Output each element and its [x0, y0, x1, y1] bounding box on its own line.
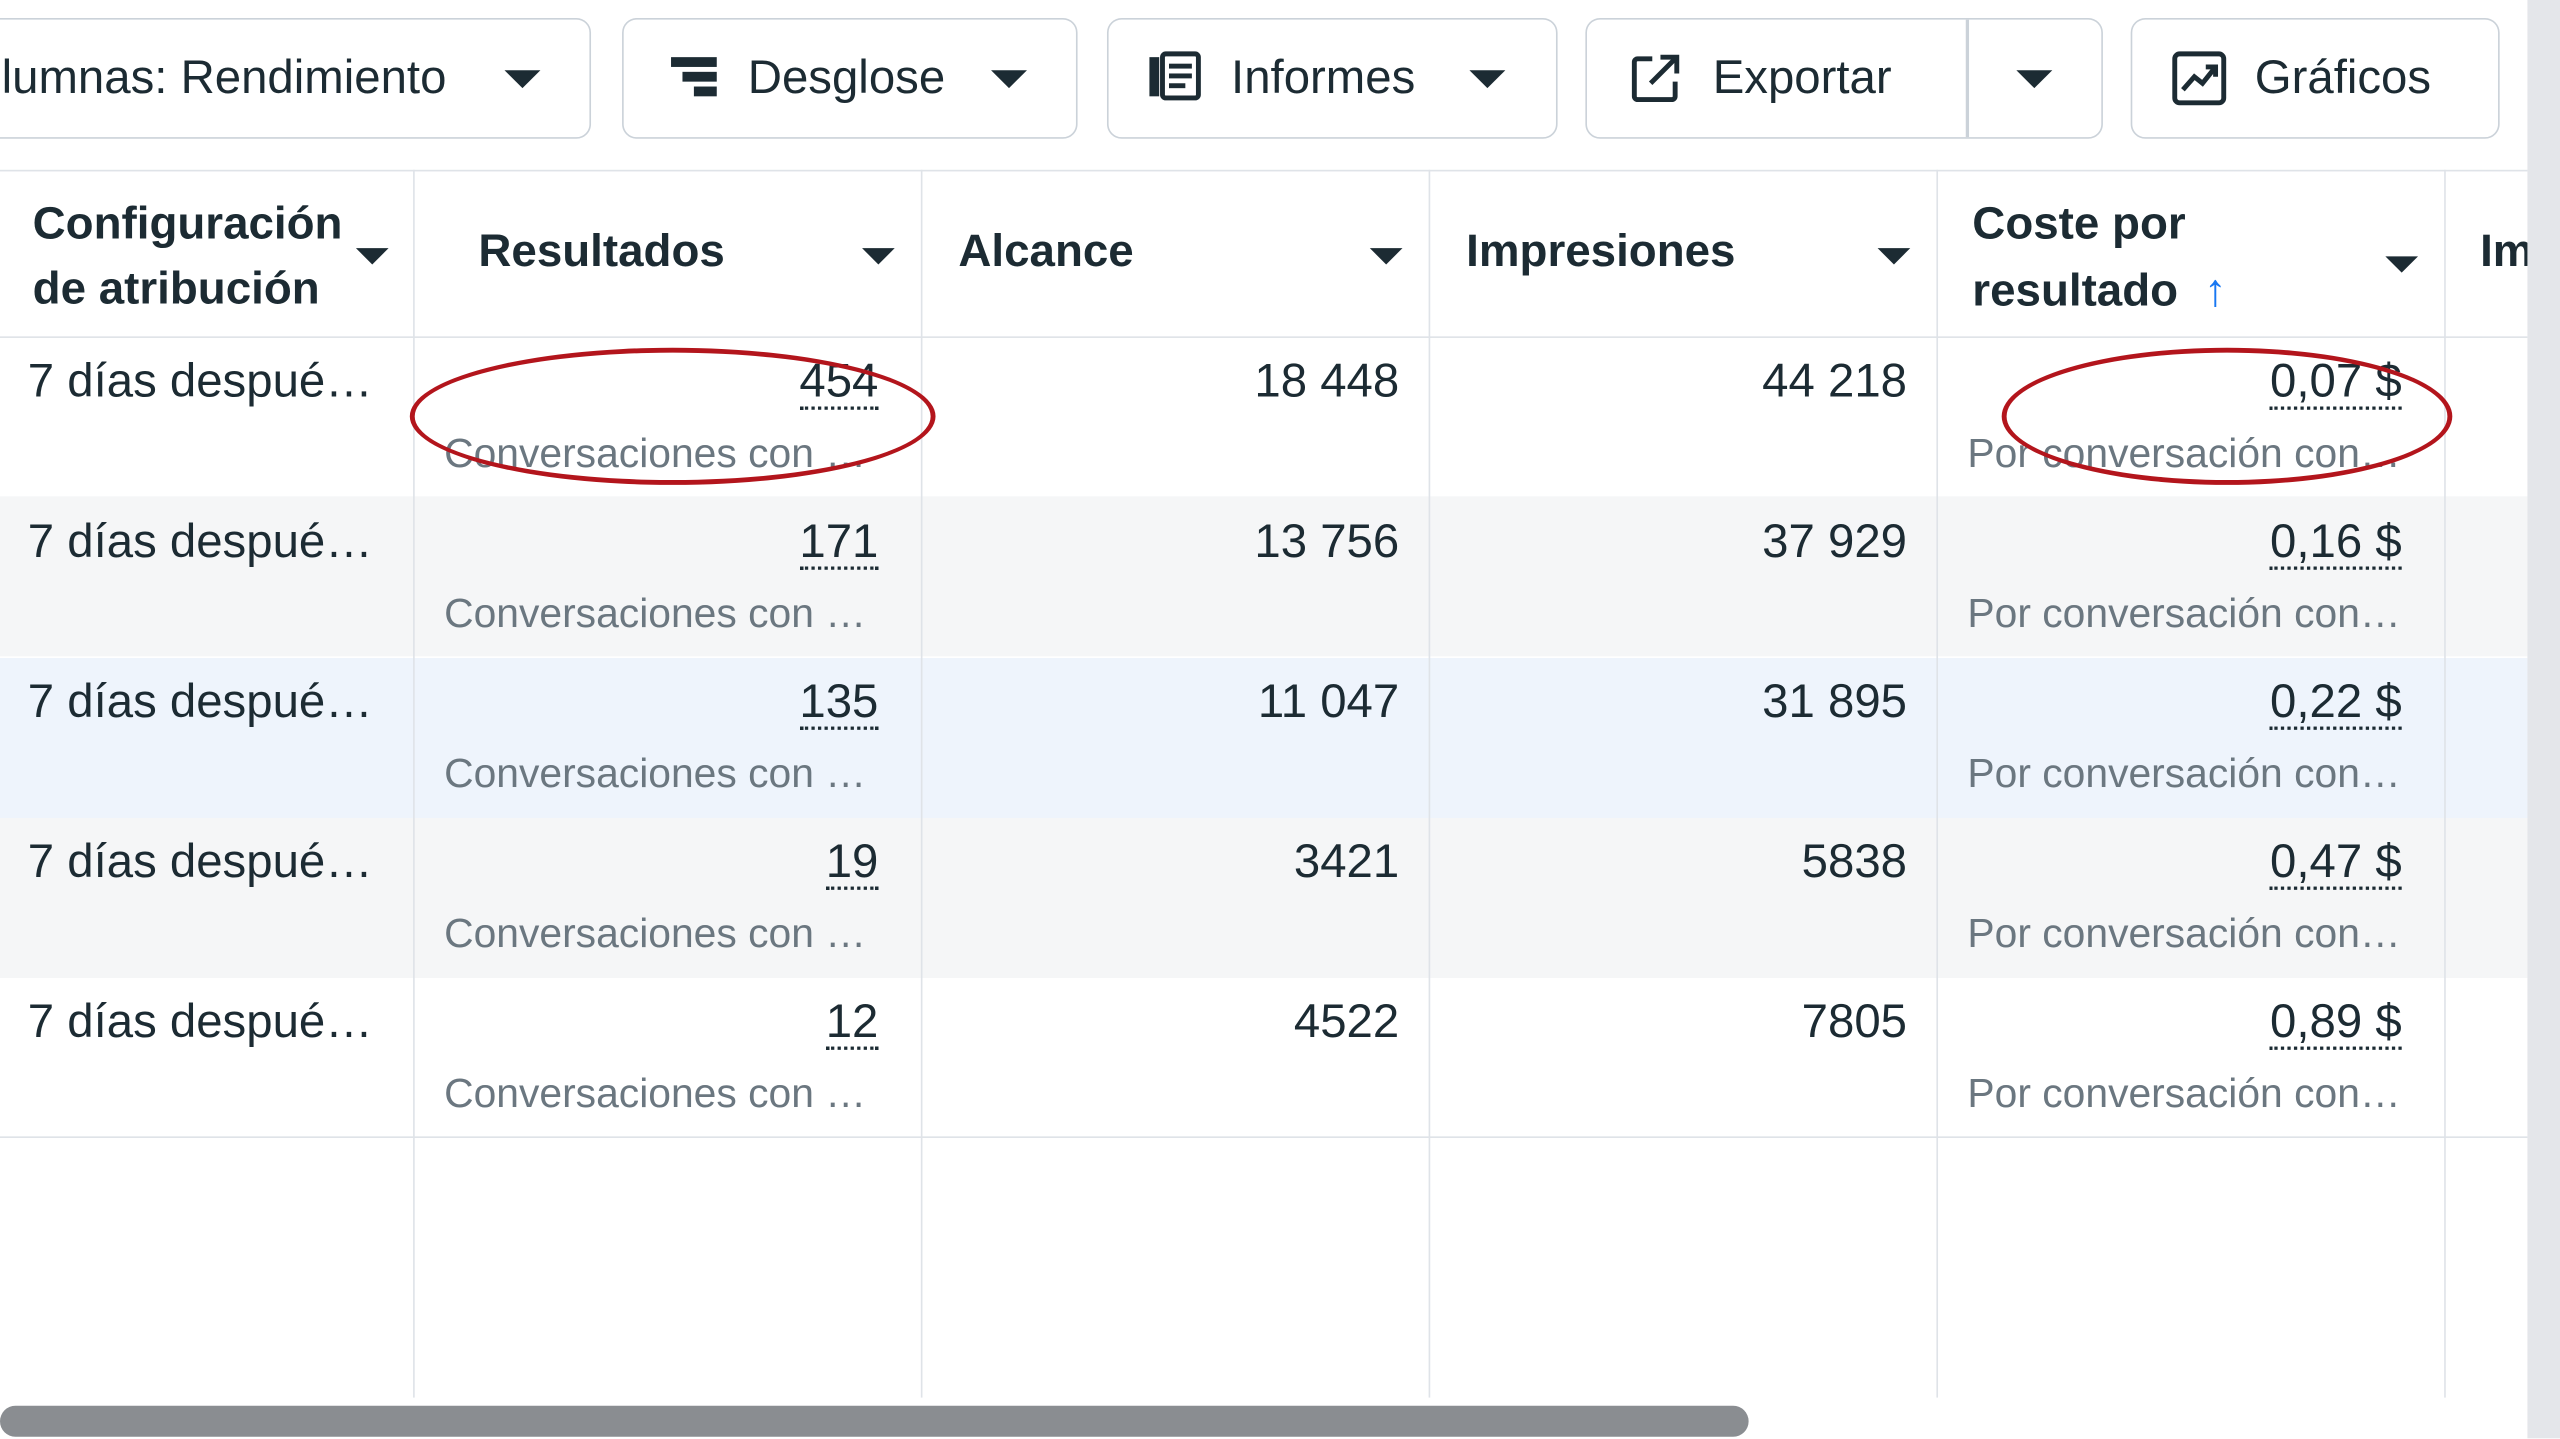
- cost-type-label: Por conversación con…: [1967, 751, 2401, 797]
- cost-type-label: Por conversación con…: [1967, 431, 2401, 477]
- sort-menu-icon[interactable]: [1877, 248, 1911, 265]
- cost-type-label: Por conversación con…: [1967, 911, 2401, 957]
- attribution-setting-cell: 7 días despué…: [27, 835, 373, 889]
- header-label: Resultados: [478, 225, 725, 276]
- results-number[interactable]: 135: [799, 678, 879, 730]
- results-number[interactable]: 171: [799, 518, 879, 570]
- external-link-icon: [1629, 52, 1681, 104]
- cost-type-label: Por conversación con…: [1967, 1071, 2401, 1117]
- cost-number[interactable]: 0,89 $: [2270, 998, 2402, 1050]
- charts-button[interactable]: Gráficos: [2130, 17, 2500, 139]
- horizontal-scrollbar-thumb[interactable]: [0, 1405, 1749, 1437]
- cost-per-result-value[interactable]: 0,89 $: [2270, 996, 2402, 1050]
- results-type-label: Conversaciones con …: [444, 911, 867, 957]
- divider: [413, 169, 415, 1398]
- impressions-value: 31 895: [1762, 675, 1907, 729]
- impressions-value: 7805: [1801, 995, 1907, 1049]
- header-label: Coste por: [1972, 197, 2186, 249]
- impressions-value: 5838: [1801, 835, 1907, 889]
- divider: [2444, 169, 2446, 1398]
- cost-number[interactable]: 0,16 $: [2270, 518, 2402, 570]
- columns-dropdown[interactable]: lumnas: Rendimiento: [0, 17, 592, 139]
- cost-number[interactable]: 0,47 $: [2270, 838, 2402, 890]
- results-value[interactable]: 454: [799, 356, 879, 410]
- cost-per-result-value[interactable]: 0,16 $: [2270, 516, 2402, 570]
- breakdown-dropdown[interactable]: Desglose: [622, 17, 1078, 139]
- results-type-label: Conversaciones con …: [444, 431, 867, 477]
- impressions-value: 37 929: [1762, 515, 1907, 569]
- header-label: Impresiones: [1466, 225, 1736, 276]
- reach-value: 3421: [1293, 835, 1400, 889]
- reach-value: 4522: [1293, 995, 1400, 1049]
- results-value[interactable]: 171: [799, 516, 879, 570]
- chevron-down-icon: [2016, 70, 2053, 89]
- chevron-down-icon: [504, 70, 541, 89]
- sort-menu-icon[interactable]: [2385, 256, 2419, 273]
- results-number[interactable]: 454: [799, 358, 879, 410]
- chart-line-icon: [2170, 49, 2229, 108]
- header-label: Configuración: [32, 197, 343, 249]
- cost-type-label: Por conversación con…: [1967, 591, 2401, 637]
- divider: [0, 336, 2528, 338]
- results-value[interactable]: 12: [825, 996, 879, 1050]
- header-label: resultado ↑: [1972, 258, 2226, 323]
- reach-value: 18 448: [1254, 355, 1400, 409]
- attribution-setting-cell: 7 días despué…: [27, 355, 373, 409]
- attribution-setting-cell: 7 días despué…: [27, 515, 373, 569]
- impressions-value: 44 218: [1762, 355, 1907, 409]
- results-number[interactable]: 12: [825, 998, 879, 1050]
- sort-menu-icon[interactable]: [355, 248, 389, 265]
- breakdown-label: Desglose: [747, 51, 946, 104]
- chevron-down-icon: [1469, 70, 1506, 89]
- results-value[interactable]: 135: [799, 676, 879, 730]
- ads-manager-table-view: lumnas: Rendimiento Desglose Informes Ex…: [0, 0, 2560, 1439]
- divider: [920, 169, 923, 1398]
- cost-per-result-value[interactable]: 0,47 $: [2270, 836, 2402, 890]
- divider: [0, 169, 2528, 172]
- results-type-label: Conversaciones con …: [444, 751, 867, 797]
- reach-value: 11 047: [1257, 675, 1400, 729]
- export-button[interactable]: Exportar: [1587, 20, 1966, 138]
- cost-per-result-value[interactable]: 0,22 $: [2270, 676, 2402, 730]
- sort-menu-icon[interactable]: [862, 248, 895, 265]
- sort-ascending-icon: ↑: [2203, 264, 2227, 316]
- export-divider: [1965, 19, 1969, 138]
- results-type-label: Conversaciones con …: [444, 591, 867, 637]
- cost-number[interactable]: 0,22 $: [2270, 678, 2402, 730]
- export-options-button[interactable]: [1969, 20, 2101, 138]
- results-type-label: Conversaciones con …: [444, 1071, 867, 1117]
- breakdown-icon: [668, 52, 720, 104]
- attribution-setting-cell: 7 días despué…: [27, 675, 373, 729]
- header-label: Alcance: [958, 225, 1134, 276]
- columns-label: lumnas: Rendimiento: [1, 51, 447, 104]
- charts-label: Gráficos: [2254, 51, 2432, 104]
- attribution-setting-cell: 7 días despué…: [27, 995, 373, 1049]
- reports-label: Informes: [1231, 51, 1416, 104]
- export-button-group: Exportar: [1585, 17, 2103, 139]
- chevron-down-icon: [991, 70, 1027, 89]
- divider: [1936, 169, 1939, 1398]
- results-value[interactable]: 19: [825, 836, 879, 890]
- header-label-text: resultado: [1972, 264, 2179, 316]
- export-label: Exportar: [1712, 51, 1892, 104]
- column-header-partial[interactable]: Im: [2480, 219, 2533, 284]
- header-label: de atribución: [32, 262, 320, 314]
- divider: [1428, 169, 1431, 1398]
- results-number[interactable]: 19: [825, 838, 879, 890]
- divider: [0, 1136, 2528, 1138]
- reach-value: 13 756: [1254, 515, 1400, 569]
- cost-per-result-value[interactable]: 0,07 $: [2270, 356, 2402, 410]
- reports-dropdown[interactable]: Informes: [1106, 17, 1558, 139]
- reports-icon: [1146, 49, 1205, 108]
- sort-menu-icon[interactable]: [1369, 248, 1403, 265]
- window-edge: [2527, 0, 2560, 1439]
- cost-number[interactable]: 0,07 $: [2270, 358, 2402, 410]
